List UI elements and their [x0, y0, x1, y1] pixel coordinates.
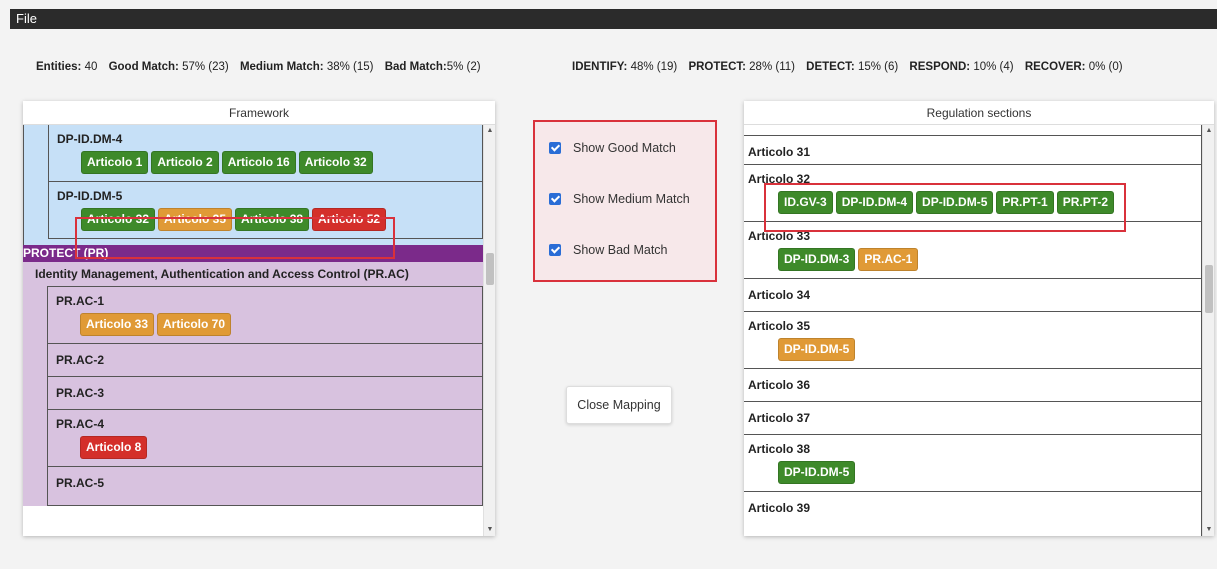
badge-good[interactable]: Articolo 16 — [221, 151, 296, 174]
title-bar — [0, 0, 1217, 9]
scroll-thumb[interactable] — [486, 253, 494, 285]
show-medium-match-checkbox[interactable]: Show Medium Match — [549, 192, 690, 206]
badge-medium[interactable]: Articolo 33 — [80, 313, 155, 336]
highlight-box — [764, 183, 1126, 232]
regulation-item-label: Articolo 35 — [748, 319, 811, 333]
scroll-thumb[interactable] — [1205, 265, 1213, 313]
framework-item-dp-id-dm-4[interactable]: DP-ID.DM-4 Articolo 1 Articolo 2 Articolo … — [48, 125, 483, 182]
framework-item-label: PR.AC-4 — [56, 417, 105, 431]
badge-good[interactable]: DP-ID.DM-3 — [778, 248, 856, 271]
regulation-item-articolo-35[interactable]: Articolo 35 DP-ID.DM-5 — [744, 312, 1201, 369]
checkbox-checked-icon[interactable] — [549, 244, 561, 256]
entities-value: 40 — [84, 61, 98, 73]
good-match-label: Good Match: — [108, 61, 179, 73]
regulation-item-articolo-34[interactable]: Articolo 34 — [744, 279, 1201, 312]
protect-group: PR.AC-1 Articolo 33 Articolo 70 PR.AC-2 P… — [23, 286, 483, 506]
match-filters: Show Good Match Show Medium Match Show B… — [533, 120, 717, 282]
scroll-up-icon[interactable]: ▲ — [1203, 125, 1215, 137]
framework-scrollbar[interactable]: ▲ ▼ — [483, 125, 495, 536]
regulation-scrollbar[interactable]: ▲ ▼ — [1202, 125, 1214, 536]
regulation-item-articolo-37[interactable]: Articolo 37 — [744, 402, 1201, 435]
match-stats: Entities: 40 Good Match: 57% (23) Medium… — [36, 61, 489, 73]
framework-item-pr-ac-1[interactable]: PR.AC-1 Articolo 33 Articolo 70 — [47, 286, 483, 344]
framework-item-label: DP-ID.DM-5 — [57, 189, 123, 203]
regulation-item-label: Articolo 34 — [748, 288, 811, 302]
category-header: Identity Management, Authentication and … — [23, 262, 483, 286]
recover-label: RECOVER: — [1024, 61, 1086, 73]
regulation-panel: Regulation sections Articolo 31 Articolo… — [744, 101, 1214, 536]
identify-label: IDENTIFY: — [572, 61, 628, 73]
badge-good[interactable]: Articolo 1 — [81, 151, 149, 174]
show-bad-match-checkbox[interactable]: Show Bad Match — [549, 243, 668, 257]
badge-good[interactable]: DP-ID.DM-5 — [778, 461, 856, 484]
identify-value: 48% (19) — [630, 61, 678, 73]
bad-match-value: 5% (2) — [446, 61, 481, 73]
menu-bar: File — [10, 9, 1217, 29]
protect-label: PROTECT: — [688, 61, 746, 73]
badge-good[interactable]: Articolo 32 — [298, 151, 373, 174]
regulation-item-articolo-36[interactable]: Articolo 36 — [744, 369, 1201, 402]
badge-list: DP-ID.DM-3 PR.AC-1 — [748, 244, 1197, 274]
regulation-title: Regulation sections — [744, 101, 1214, 125]
framework-item-label: PR.AC-3 — [56, 386, 105, 400]
badge-bad[interactable]: Articolo 8 — [80, 436, 148, 459]
medium-match-label: Medium Match: — [239, 61, 324, 73]
show-good-match-checkbox[interactable]: Show Good Match — [549, 141, 676, 155]
file-menu[interactable]: File — [10, 9, 37, 29]
regulation-item-label: Articolo 37 — [748, 411, 811, 425]
badge-medium[interactable]: PR.AC-1 — [858, 248, 919, 271]
medium-match-value: 38% (15) — [326, 61, 374, 73]
recover-value: 0% (0) — [1088, 61, 1123, 73]
regulation-item-articolo-31[interactable]: Articolo 31 — [744, 135, 1201, 165]
filter-label: Show Medium Match — [573, 192, 690, 206]
badge-list: Articolo 33 Articolo 70 — [56, 311, 474, 339]
scroll-down-icon[interactable]: ▼ — [484, 524, 496, 536]
framework-panel: Framework DP-ID.DM-4 Articolo 1 Articolo … — [23, 101, 495, 536]
regulation-item-label: Articolo 36 — [748, 378, 811, 392]
framework-item-label: DP-ID.DM-4 — [57, 132, 123, 146]
respond-value: 10% (4) — [973, 61, 1014, 73]
badge-medium[interactable]: Articolo 70 — [157, 313, 232, 336]
highlight-box — [75, 217, 395, 259]
function-stats: IDENTIFY: 48% (19) PROTECT: 28% (11) DET… — [572, 61, 1131, 73]
scroll-down-icon[interactable]: ▼ — [1203, 524, 1215, 536]
filter-label: Show Good Match — [573, 141, 676, 155]
regulation-item-label: Articolo 39 — [748, 501, 811, 515]
detect-label: DETECT: — [806, 61, 855, 73]
badge-list: Articolo 8 — [56, 434, 474, 462]
framework-item-label: PR.AC-2 — [56, 353, 105, 367]
good-match-value: 57% (23) — [182, 61, 229, 73]
badge-list: DP-ID.DM-5 — [748, 457, 1197, 487]
close-mapping-button[interactable]: Close Mapping — [566, 386, 672, 424]
regulation-item-articolo-38[interactable]: Articolo 38 DP-ID.DM-5 — [744, 435, 1201, 492]
detect-value: 15% (6) — [857, 61, 899, 73]
framework-title: Framework — [23, 101, 495, 125]
bad-match-label: Bad Match: — [384, 61, 447, 73]
scroll-up-icon[interactable]: ▲ — [484, 125, 496, 137]
framework-item-label: PR.AC-1 — [56, 294, 105, 308]
checkbox-checked-icon[interactable] — [549, 142, 561, 154]
framework-item-label: PR.AC-5 — [56, 476, 105, 490]
checkbox-checked-icon[interactable] — [549, 193, 561, 205]
regulation-item-label: Articolo 38 — [748, 442, 811, 456]
framework-item-pr-ac-3[interactable]: PR.AC-3 — [47, 377, 483, 410]
respond-label: RESPOND: — [909, 61, 971, 73]
badge-good[interactable]: Articolo 2 — [151, 151, 219, 174]
badge-list: DP-ID.DM-5 — [748, 334, 1197, 364]
filter-label: Show Bad Match — [573, 243, 668, 257]
badge-list: Articolo 1 Articolo 2 Articolo 16 Articolo … — [57, 149, 474, 177]
entities-label: Entities: — [36, 61, 82, 73]
protect-value: 28% (11) — [749, 61, 795, 73]
framework-list[interactable]: DP-ID.DM-4 Articolo 1 Articolo 2 Articolo … — [23, 125, 483, 536]
framework-item-pr-ac-4[interactable]: PR.AC-4 Articolo 8 — [47, 410, 483, 467]
badge-medium[interactable]: DP-ID.DM-5 — [778, 338, 856, 361]
regulation-item-label: Articolo 31 — [748, 145, 811, 159]
framework-item-pr-ac-2[interactable]: PR.AC-2 — [47, 344, 483, 377]
framework-item-pr-ac-5[interactable]: PR.AC-5 — [47, 467, 483, 506]
regulation-item-articolo-39[interactable]: Articolo 39 — [744, 492, 1201, 520]
